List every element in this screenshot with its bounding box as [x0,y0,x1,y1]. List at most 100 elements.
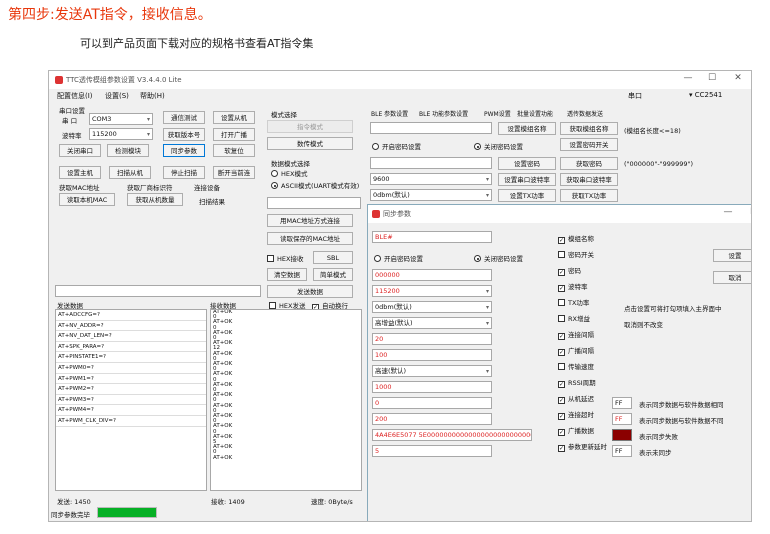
legend-none-box: FF [612,445,632,457]
password-input[interactable] [370,157,492,169]
recv-log[interactable]: AT+OK 0 AT+OK 0 AT+OK 0 AT+OK 12 AT+OK 0 AT+OK 0 AT+… [210,309,362,491]
mode-title: 模式选择 [271,111,297,119]
sync-conn-interval-value[interactable]: 20 [372,333,492,345]
send-input[interactable] [55,285,261,297]
sync-check-item[interactable]: 传输速度 [558,361,594,371]
baud-select[interactable]: 115200 ▾ [89,128,153,140]
sync-check-item[interactable]: ✓ 广播间隔 [558,345,594,356]
sync-open-pwd-radio[interactable]: 开启密码设置 [374,253,423,263]
get-pwd-button[interactable]: 获取密码 [560,157,618,170]
menu-help[interactable]: 帮助(H) [140,91,165,101]
set-tx-power-button[interactable]: 设置TX功率 [498,189,556,202]
data-mode-button[interactable]: 数传模式 [267,137,353,150]
sync-check-item[interactable]: 密码开关 [558,249,594,259]
open-broadcast-button[interactable]: 打开广播 [213,128,255,141]
get-name-button[interactable]: 获取模组名称 [560,122,618,135]
clear-data-button[interactable]: 清空数据 [267,268,307,281]
comm-test-button[interactable]: 通信测试 [163,111,205,124]
tab-ble-params[interactable]: BLE 参数设置 [371,109,408,119]
dialog-maximize-icon[interactable]: ☐ [747,207,751,217]
sync-rx-gain-value[interactable]: 高增益(默认) ▾ [372,317,492,329]
hex-mode-radio[interactable]: HEX模式 [271,168,307,178]
data-mode-select-label: 数据模式选择 [271,160,310,168]
sync-close-pwd-radio[interactable]: 关闭密码设置 [474,253,523,263]
read-saved-mac-button[interactable]: 读取保存的MAC地址 [267,232,353,245]
tx-power-select[interactable]: 0dbm(默认) ▾ [370,189,492,201]
sync-check-item[interactable]: ✓ 连接超时 [558,409,594,420]
simple-mode-button[interactable]: 简单模式 [313,268,353,281]
menu-settings[interactable]: 设置(S) [105,91,129,101]
sync-hint-cancel: 取消则不改变 [624,321,663,329]
baud-rate-select[interactable]: 9600 ▾ [370,173,492,185]
set-slave-button[interactable]: 设置从机 [213,111,255,124]
send-log[interactable]: AT+ADCCFG=? AT+NV_ADDR=? AT+NV_DAT_LEN=? AT… [55,309,207,491]
mac-input[interactable] [267,197,361,209]
set-pwd-button[interactable]: 设置密码 [498,157,556,170]
sync-rssi-period-value[interactable]: 1000 [372,381,492,393]
read-mac-button[interactable]: 读取本机MAC [59,193,115,206]
send-log-line: AT+PWM3=? [56,395,206,406]
sbl-button[interactable]: SBL [313,251,353,264]
cmd-mode-button[interactable]: 指令模式 [267,120,353,133]
port-select[interactable]: COM3 ▾ [89,113,153,125]
sync-check-item[interactable]: ✓ RSSI周期 [558,377,596,388]
sync-adv-interval-value[interactable]: 100 [372,349,492,361]
soft-reset-button[interactable]: 软复位 [213,144,255,157]
checkbox-icon: ✓ [558,285,565,292]
sync-check-item[interactable]: ✓ 模组名称 [558,233,594,244]
sync-check-item[interactable]: RX增益 [558,313,590,323]
scan-slave-button[interactable]: 扫描从机 [109,166,151,179]
set-name-button[interactable]: 设置模组名称 [498,122,556,135]
set-master-button[interactable]: 设置主机 [59,166,101,179]
sync-check-item[interactable]: ✓ 密码 [558,265,581,276]
sync-check-item[interactable]: ✓ 广播数据 [558,425,594,436]
legend-diff-text: 表示同步数据与软件数据不同 [639,417,724,425]
module-name-input[interactable] [370,122,492,134]
get-tx-power-button[interactable]: 获取TX功率 [560,189,618,202]
tab-passthrough[interactable]: 透传数据发送 [567,109,603,119]
sync-set-button[interactable]: 设置 [713,249,751,262]
set-pwd-switch-button[interactable]: 设置密码开关 [560,138,618,151]
set-baud-button[interactable]: 设置串口波特率 [498,173,556,186]
checkbox-icon: ✓ [558,413,565,420]
close-icon[interactable]: ✕ [731,73,745,83]
sync-check-item[interactable]: ✓ 从机延迟 [558,393,594,404]
sync-conn-timeout-value[interactable]: 200 [372,413,492,425]
tab-ble-function[interactable]: BLE 功能参数设置 [419,109,468,119]
close-port-button[interactable]: 关闭串口 [59,144,101,157]
sync-name-value[interactable]: BLE# [372,231,492,243]
sync-params-button[interactable]: 同步参数 [163,144,205,157]
minimize-icon[interactable]: — [681,73,695,83]
dialog-minimize-icon[interactable]: — [721,207,735,217]
sync-cancel-button[interactable]: 取消 [713,271,751,284]
ascii-mode-radio[interactable]: ASCII模式(UART模式有效) [271,180,359,190]
port-label: 串 口 [62,117,78,125]
hex-recv-checkbox[interactable]: HEX接收 [267,253,303,263]
menu-config[interactable]: 配置信息(I) [57,91,93,101]
stop-scan-button[interactable]: 停止扫描 [163,166,205,179]
sync-adv-data-value[interactable]: 4A4E6E5077 5E000000000000000000000000000… [372,429,532,441]
sync-check-item[interactable]: ✓ 参数更新延时 [558,441,607,452]
detect-module-button[interactable]: 检测模块 [107,144,149,157]
get-version-button[interactable]: 获取版本号 [163,128,205,141]
tab-batch[interactable]: 批量设置功能 [517,109,553,119]
close-pwd-radio[interactable]: 关闭密码设置 [474,141,523,151]
sync-check-item[interactable]: ✓ 波特率 [558,281,588,292]
send-data-button[interactable]: 发送数据 [267,285,353,298]
get-baud-button[interactable]: 获取串口波特率 [560,173,618,186]
sync-check-item[interactable]: TX功率 [558,297,589,307]
sync-slave-delay-value[interactable]: 0 [372,397,492,409]
sync-baud-value[interactable]: 115200 ▾ [372,285,492,297]
disconnect-button[interactable]: 断开当前连 [213,166,255,179]
sync-tx-power-value[interactable]: 0dbm(默认) ▾ [372,301,492,313]
sync-check-item[interactable]: ✓ 连接间隔 [558,329,594,340]
sync-speed-value[interactable]: 高速(默认) ▾ [372,365,492,377]
maximize-icon[interactable]: ☐ [705,73,719,83]
sync-update-interval-value[interactable]: 5 [372,445,492,457]
tab-pwm[interactable]: PWM设置 [484,109,511,119]
get-slave-count-button[interactable]: 获取从机数量 [127,193,183,206]
sync-password-value[interactable]: 000000 [372,269,492,281]
open-pwd-radio[interactable]: 开启密码设置 [372,141,421,151]
top-port-dropdown[interactable]: ▾ CC2541 [689,91,722,99]
connect-by-mac-button[interactable]: 用MAC地址方式连接 [267,214,353,227]
